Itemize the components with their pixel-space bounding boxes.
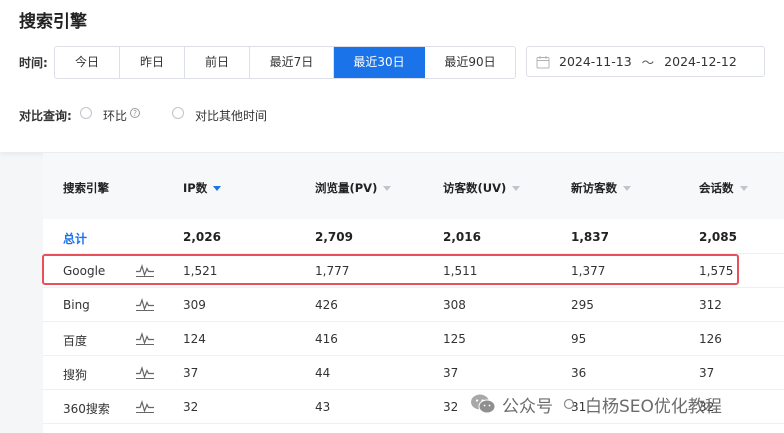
tab-last-30-days[interactable]: 最近30日	[334, 47, 425, 78]
tab-today[interactable]: 今日	[55, 47, 120, 78]
row-name: Bing	[63, 298, 90, 312]
table-row: 搜狗 37 44 37 36 37	[43, 356, 784, 390]
page-title: 搜索引擎	[19, 12, 87, 32]
table-row: Bing 309 426 308 295 312	[43, 288, 784, 322]
wechat-icon	[471, 394, 496, 414]
date-separator: ～	[641, 55, 655, 70]
trend-chart-icon[interactable]	[136, 298, 154, 311]
highlight-box	[42, 254, 739, 285]
cell-new-visitors: 95	[571, 332, 587, 346]
row-name: 360搜索	[63, 402, 110, 416]
table-row-total: 总计 2,026 2,709 2,016 1,837 2,085	[43, 220, 784, 254]
tab-day-before[interactable]: 前日	[185, 47, 250, 78]
cell-ip: 309	[183, 298, 206, 312]
compare-mom-label: 环比	[103, 109, 128, 123]
cell-uv: 37	[443, 366, 459, 380]
cell-uv: 32	[443, 400, 459, 414]
filter-panel: 搜索引擎 时间: 今日 昨日 前日 最近7日 最近30日 最近90日 2024-…	[0, 0, 784, 152]
cell-ip: 2,026	[183, 230, 221, 244]
watermark: 公众号 白杨SEO优化教程	[470, 390, 722, 418]
tab-last-90-days[interactable]: 最近90日	[425, 47, 515, 78]
table-header: 搜索引擎 IP数 浏览量(PV) 访客数(UV) 新访客数 会话数	[43, 153, 784, 219]
date-start: 2024-11-13	[559, 54, 632, 69]
cell-pv: 426	[315, 298, 338, 312]
column-header-ip[interactable]: IP数	[183, 180, 222, 196]
trend-chart-icon[interactable]	[136, 400, 154, 413]
sort-desc-icon[interactable]	[213, 186, 222, 191]
compare-label: 对比查询:	[19, 109, 72, 123]
sort-icon[interactable]	[623, 186, 631, 191]
trend-chart-icon[interactable]	[136, 366, 154, 379]
cell-pv: 44	[315, 366, 331, 380]
cell-uv: 125	[443, 332, 466, 346]
cell-ip: 32	[183, 400, 199, 414]
date-range-picker[interactable]: 2024-11-13 ～ 2024-12-12	[526, 46, 765, 77]
tab-last-7-days[interactable]: 最近7日	[250, 47, 334, 78]
cell-pv: 2,709	[315, 230, 353, 244]
time-range-tabs: 今日 昨日 前日 最近7日 最近30日 最近90日	[54, 46, 516, 79]
cell-sessions: 312	[699, 298, 722, 312]
cell-uv: 308	[443, 298, 466, 312]
cell-sessions: 126	[699, 332, 722, 346]
compare-mom-radio[interactable]	[80, 107, 92, 119]
time-label: 时间:	[19, 56, 48, 70]
cell-ip: 37	[183, 366, 199, 380]
cell-new-visitors: 295	[571, 298, 594, 312]
cell-sessions: 37	[699, 366, 715, 380]
cell-pv: 416	[315, 332, 338, 346]
column-header-pv[interactable]: 浏览量(PV)	[315, 180, 392, 196]
row-name: 总计	[63, 232, 88, 246]
cell-uv: 2,016	[443, 230, 481, 244]
column-header-uv[interactable]: 访客数(UV)	[443, 180, 521, 196]
cell-new-visitors: 36	[571, 366, 587, 380]
sort-icon[interactable]	[383, 186, 392, 191]
watermark-account: 公众号	[502, 396, 553, 417]
cell-pv: 43	[315, 400, 331, 414]
cell-sessions: 2,085	[699, 230, 737, 244]
trend-chart-icon[interactable]	[136, 332, 154, 345]
compare-other-radio[interactable]	[172, 107, 184, 119]
compare-other-label: 对比其他时间	[195, 109, 268, 123]
column-header-engine: 搜索引擎	[63, 181, 109, 195]
calendar-icon	[536, 55, 550, 68]
table-row: 百度 124 416 125 95 126	[43, 322, 784, 356]
watermark-name: 白杨SEO优化教程	[585, 396, 722, 417]
tab-yesterday[interactable]: 昨日	[120, 47, 185, 78]
column-header-new-visitors[interactable]: 新访客数	[571, 180, 631, 196]
sort-icon[interactable]	[739, 186, 748, 191]
row-name: 百度	[63, 334, 88, 348]
sort-icon[interactable]	[512, 186, 521, 191]
dot-separator-icon	[563, 398, 575, 410]
column-header-sessions[interactable]: 会话数	[699, 180, 748, 196]
cell-new-visitors: 1,837	[571, 230, 609, 244]
row-name: 搜狗	[63, 368, 88, 382]
cell-ip: 124	[183, 332, 206, 346]
date-end: 2024-12-12	[664, 54, 737, 69]
help-icon[interactable]: ?	[130, 108, 140, 118]
